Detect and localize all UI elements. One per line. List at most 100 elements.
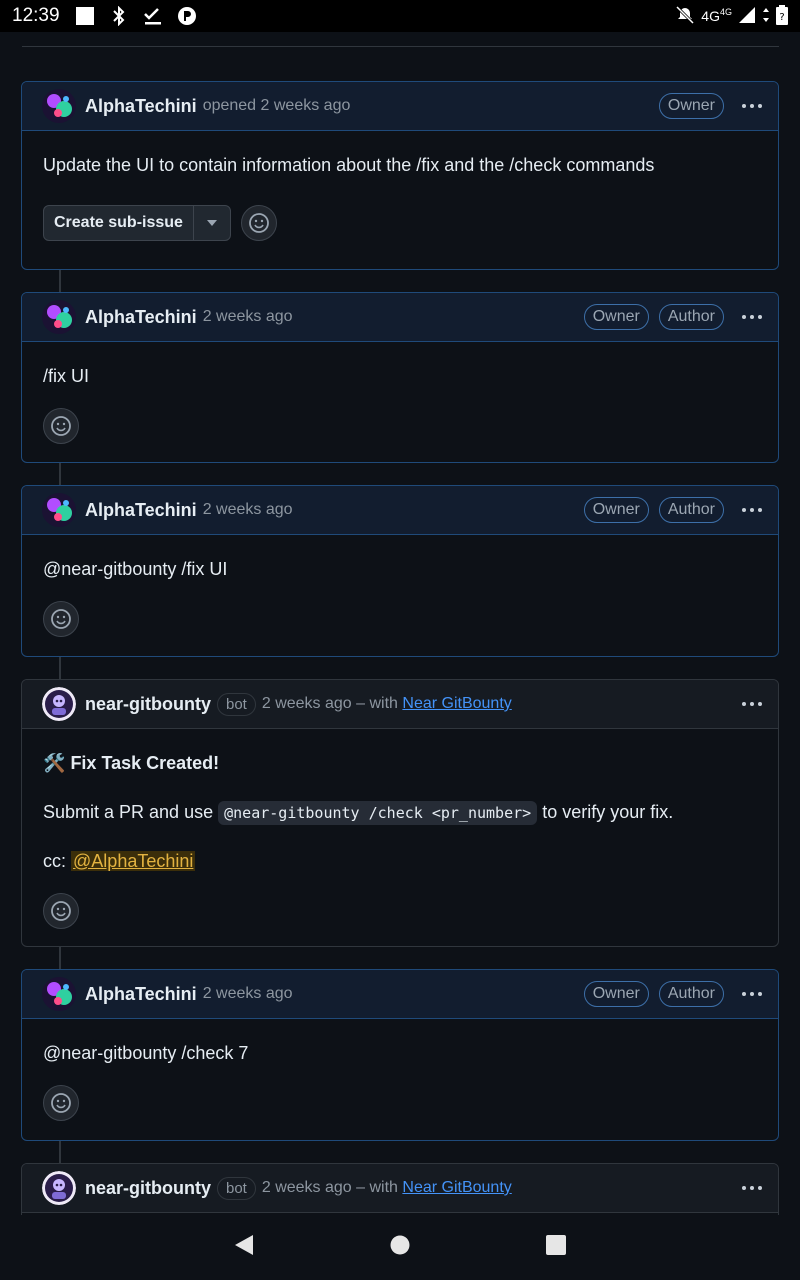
author-badge: Author [658, 304, 724, 330]
user-mention[interactable]: @AlphaTechini [71, 851, 196, 871]
create-sub-issue-button[interactable]: Create sub-issue [44, 206, 194, 240]
bot-comment: near-gitbounty bot 2 weeks ago – with Ne… [21, 1163, 779, 1215]
comment-meta: 2 weeks ago – with Near GitBounty [262, 695, 512, 713]
comment-timestamp[interactable]: 2 weeks ago [203, 985, 293, 1003]
bot-comment: near-gitbounty bot 2 weeks ago – with Ne… [21, 679, 779, 947]
hammer-wrench-emoji-icon: 🛠️ [43, 753, 66, 773]
comment-author[interactable]: AlphaTechini [85, 307, 197, 328]
avatar[interactable] [42, 300, 76, 334]
issue-opening-comment: AlphaTechini opened 2 weeks ago Owner Up… [21, 81, 779, 270]
kebab-horizontal-icon[interactable] [738, 307, 766, 327]
status-right: 4G 4G ? [675, 4, 788, 28]
status-bar: 12:39 4G 4G ? [0, 0, 800, 32]
owner-badge: Owner [583, 981, 649, 1007]
battery-icon: ? [776, 4, 788, 28]
network-type: 4G [701, 8, 720, 24]
bot-badge: bot [217, 1176, 256, 1200]
comment-author[interactable]: near-gitbounty [85, 694, 211, 715]
comment-author[interactable]: AlphaTechini [85, 96, 197, 117]
smiley-icon[interactable] [43, 1085, 79, 1121]
timeline-connector [59, 463, 61, 485]
app-circle-icon [176, 5, 198, 27]
kebab-horizontal-icon[interactable] [738, 694, 766, 714]
timeline-connector [59, 270, 61, 292]
owner-badge: Owner [583, 304, 649, 330]
comment-timestamp[interactable]: 2 weeks ago [203, 308, 293, 326]
bot-avatar[interactable] [42, 1171, 76, 1205]
smiley-icon[interactable] [240, 205, 277, 241]
comment-body: 🛠️ Fix Task Created! Submit a PR and use… [22, 729, 778, 929]
instruction-line: Submit a PR and use @near-gitbounty /che… [43, 800, 757, 825]
notification-square-icon [74, 5, 96, 27]
task-heading-text: Fix Task Created! [70, 753, 220, 773]
app-link[interactable]: Near GitBounty [402, 695, 511, 712]
bot-badge: bot [217, 692, 256, 716]
task-heading: 🛠️ Fix Task Created! [43, 751, 757, 775]
home-icon[interactable] [390, 1235, 410, 1260]
comment-meta: 2 weeks ago – with Near GitBounty [262, 1179, 512, 1197]
comment-text: @near-gitbounty /check 7 [43, 1043, 249, 1063]
kebab-horizontal-icon[interactable] [738, 500, 766, 520]
owner-badge: Owner [583, 497, 649, 523]
comment-timestamp[interactable]: 2 weeks ago – with [262, 1179, 398, 1196]
comment-header: AlphaTechini opened 2 weeks ago Owner [22, 82, 778, 131]
smiley-icon[interactable] [43, 601, 79, 637]
recents-icon[interactable] [545, 1234, 567, 1261]
cc-line: cc: @AlphaTechini [43, 849, 757, 873]
smiley-icon[interactable] [43, 408, 79, 444]
app-link[interactable]: Near GitBounty [402, 1179, 511, 1196]
avatar[interactable] [42, 89, 76, 123]
avatar[interactable] [42, 493, 76, 527]
comment-header: near-gitbounty bot 2 weeks ago – with Ne… [22, 680, 778, 729]
comment-body: Update the UI to contain information abo… [22, 131, 778, 241]
kebab-horizontal-icon[interactable] [738, 1178, 766, 1198]
comment-header: AlphaTechini 2 weeks ago Owner Author [22, 486, 778, 535]
comment-body: @near-gitbounty /check 7 [22, 1019, 778, 1121]
comment-text: Update the UI to contain information abo… [43, 155, 655, 175]
kebab-horizontal-icon[interactable] [738, 96, 766, 116]
comment-header: near-gitbounty bot 2 weeks ago – with Ne… [22, 1164, 778, 1213]
timeline-comment: AlphaTechini 2 weeks ago Owner Author /f… [21, 292, 779, 463]
instruction-suffix: to verify your fix. [542, 802, 674, 822]
comment-header: AlphaTechini 2 weeks ago Owner Author [22, 293, 778, 342]
check-command-code: @near-gitbounty /check <pr_number> [218, 801, 538, 825]
owner-badge: Owner [658, 93, 724, 119]
cc-label: cc: [43, 851, 67, 871]
smiley-icon[interactable] [43, 893, 79, 929]
comment-text: @near-gitbounty /fix UI [43, 559, 228, 579]
timeline-comment: AlphaTechini 2 weeks ago Owner Author @n… [21, 485, 779, 657]
timeline-connector [59, 657, 61, 679]
comment-text: /fix UI [43, 366, 90, 386]
comment-author[interactable]: AlphaTechini [85, 500, 197, 521]
comment-body: /fix UI [22, 342, 778, 444]
bluetooth-icon [108, 5, 130, 27]
bot-avatar[interactable] [42, 687, 76, 721]
comment-author[interactable]: near-gitbounty [85, 1178, 211, 1199]
back-icon[interactable] [233, 1233, 255, 1262]
svg-text:?: ? [779, 12, 784, 23]
comment-timestamp[interactable]: 2 weeks ago [203, 501, 293, 519]
author-badge: Author [658, 497, 724, 523]
data-arrows-icon [762, 6, 770, 27]
issue-timeline[interactable]: AlphaTechini opened 2 weeks ago Owner Up… [0, 32, 800, 1215]
triangle-down-icon[interactable] [194, 206, 230, 240]
avatar[interactable] [42, 977, 76, 1011]
divider [22, 46, 779, 47]
comment-body: @near-gitbounty /fix UI [22, 535, 778, 637]
comment-timestamp[interactable]: opened 2 weeks ago [203, 97, 351, 115]
create-sub-issue-group: Create sub-issue [43, 205, 231, 241]
comment-author[interactable]: AlphaTechini [85, 984, 197, 1005]
timeline-connector [59, 947, 61, 969]
timeline-connector [59, 1141, 61, 1163]
task-check-icon [142, 5, 164, 27]
kebab-horizontal-icon[interactable] [738, 984, 766, 1004]
status-time: 12:39 [12, 5, 60, 26]
system-nav-bar [0, 1215, 800, 1280]
timeline-comment: AlphaTechini 2 weeks ago Owner Author @n… [21, 969, 779, 1141]
comment-timestamp[interactable]: 2 weeks ago – with [262, 695, 398, 712]
mute-icon [675, 5, 695, 28]
network-sup: 4G [719, 7, 732, 17]
signal-icon [738, 6, 756, 27]
comment-header: AlphaTechini 2 weeks ago Owner Author [22, 970, 778, 1019]
author-badge: Author [658, 981, 724, 1007]
